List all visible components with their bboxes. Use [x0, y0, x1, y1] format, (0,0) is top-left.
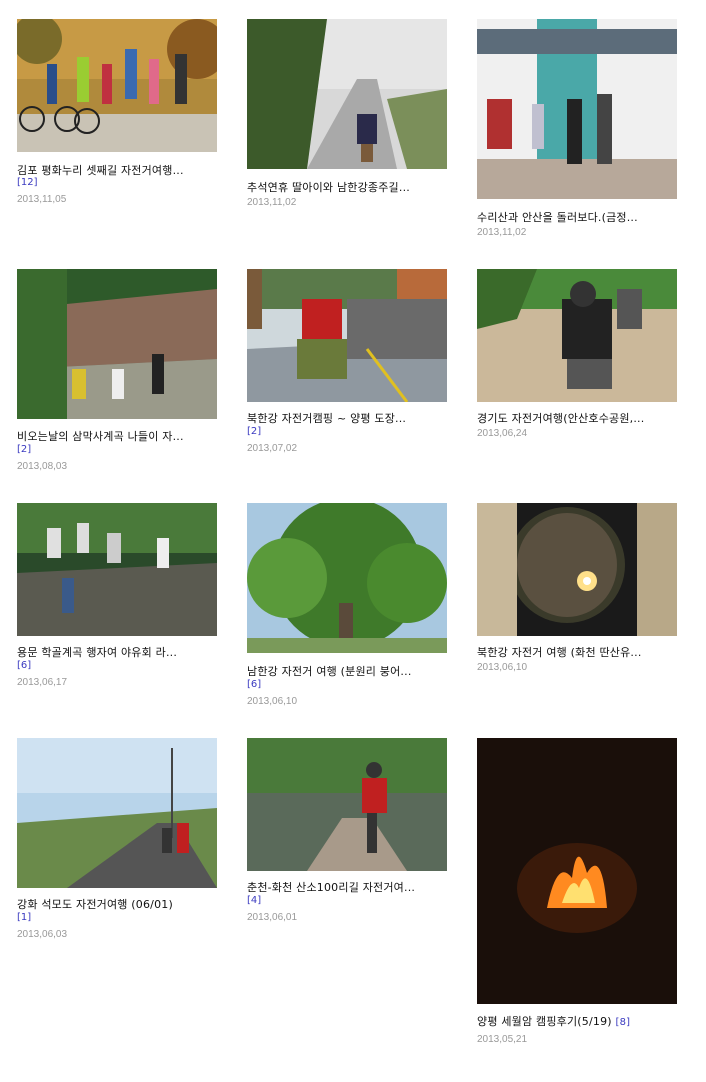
post-thumbnail[interactable]	[17, 269, 217, 419]
post-title[interactable]: 양평 세월암 캠핑후기(5/19) [8]	[477, 1015, 682, 1030]
post-thumbnail[interactable]	[17, 19, 217, 152]
post-date: 2013,11,05	[17, 194, 67, 205]
post-date: 2013,06,24	[477, 428, 528, 439]
post-title[interactable]: 수리산과 안산을 돌러보다.(금정...	[477, 211, 682, 225]
post-date: 2013,06,10	[477, 662, 528, 673]
comment-count[interactable]: [8]	[615, 1017, 630, 1028]
comment-count[interactable]: [6]	[247, 679, 261, 691]
post-title[interactable]: 북한강 자전거 여행 (화천 딴산유...	[477, 646, 682, 660]
post-title[interactable]: 경기도 자전거여행(안산호수공원,...	[477, 412, 682, 426]
post-thumbnail[interactable]	[17, 503, 217, 636]
post-thumbnail[interactable]	[17, 738, 217, 888]
comment-count[interactable]: [2]	[17, 444, 31, 456]
post-date: 2013,11,02	[247, 197, 297, 208]
post-date: 2013,05,21	[477, 1034, 528, 1045]
post-title[interactable]: 북한강 자전거캠핑 ~ 양평 도장...	[247, 412, 452, 426]
post-thumbnail[interactable]	[477, 269, 677, 402]
post-title-text[interactable]: 양평 세월암 캠핑후기(5/19)	[477, 1015, 612, 1028]
post-title[interactable]: 김포 평화누리 셋째길 자전거여행...	[17, 164, 222, 178]
post-date: 2013,11,02	[477, 227, 527, 238]
post-title[interactable]: 추석연휴 딸아이와 남한강종주길...	[247, 181, 452, 195]
post-thumbnail[interactable]	[247, 503, 447, 653]
post-date: 2013,08,03	[17, 461, 68, 472]
comment-count[interactable]: [1]	[17, 912, 31, 924]
post-date: 2013,06,10	[247, 696, 298, 707]
comment-count[interactable]: [6]	[17, 660, 31, 672]
post-thumbnail[interactable]	[477, 503, 677, 636]
post-thumbnail[interactable]	[247, 19, 447, 169]
post-thumbnail[interactable]	[477, 738, 677, 1004]
post-title[interactable]: 비오는날의 삼막사계곡 나들이 자...	[17, 430, 222, 444]
comment-count[interactable]: [2]	[247, 426, 261, 438]
comment-count[interactable]: [12]	[17, 177, 38, 189]
post-title[interactable]: 용문 학골계곡 행자여 야유회 라...	[17, 646, 222, 660]
comment-count[interactable]: [4]	[247, 895, 261, 907]
post-title[interactable]: 춘천-화천 산소100리길 자전거여...	[247, 881, 452, 895]
post-thumbnail[interactable]	[247, 269, 447, 402]
post-thumbnail[interactable]	[477, 19, 677, 199]
post-title[interactable]: 남한강 자전거 여행 (분원리 붕어...	[247, 665, 452, 679]
post-date: 2013,06,17	[17, 677, 68, 688]
post-date: 2013,06,01	[247, 912, 298, 923]
post-date: 2013,06,03	[17, 929, 68, 940]
post-thumbnail[interactable]	[247, 738, 447, 871]
post-title[interactable]: 강화 석모도 자전거여행 (06/01)	[17, 898, 222, 912]
post-date: 2013,07,02	[247, 443, 298, 454]
